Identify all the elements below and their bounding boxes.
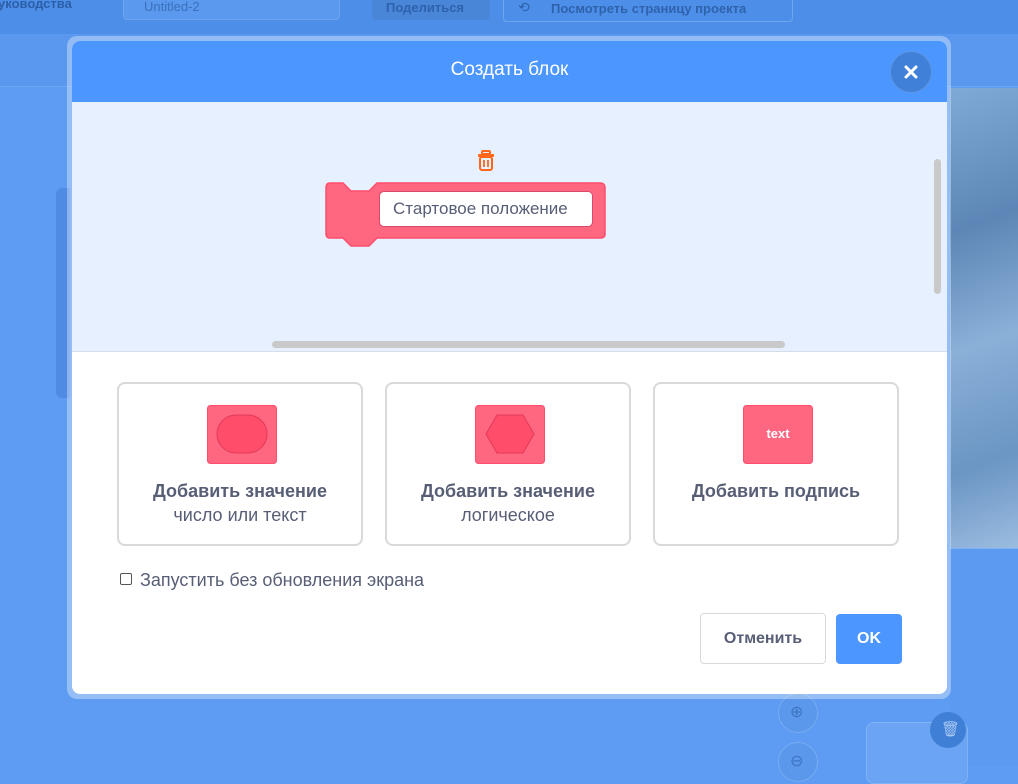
menu-tutorials[interactable]: уководства	[0, 0, 72, 11]
sprite-delete-icon[interactable]: 🗑	[930, 712, 966, 748]
add-input-boolean-button[interactable]: Добавить значение логическое	[385, 382, 631, 546]
option-subtitle: число или текст	[173, 505, 307, 525]
cancel-button[interactable]: Отменить	[700, 613, 826, 664]
option-title: Добавить подпись	[691, 481, 861, 501]
make-block-dialog: Создать блок Стартовое положение Добавит…	[72, 41, 947, 694]
label-text-icon: text	[743, 405, 813, 464]
project-title-field[interactable]: Untitled-2	[123, 0, 340, 20]
close-button[interactable]	[890, 51, 932, 93]
zoom-in-icon[interactable]: ⊕	[778, 693, 818, 733]
option-subtitle: логическое	[461, 505, 555, 525]
add-label-button[interactable]: text Добавить подпись	[653, 382, 899, 546]
share-button[interactable]: Поделиться	[372, 0, 490, 20]
boolean-input-icon	[475, 405, 545, 464]
dialog-title: Создать блок	[450, 59, 569, 80]
option-title: Добавить значение	[421, 481, 595, 501]
label-icon-text: text	[766, 426, 790, 441]
run-without-refresh-checkbox[interactable]	[120, 573, 132, 585]
horizontal-scrollbar[interactable]	[272, 341, 785, 348]
dialog-header: Создать блок	[72, 41, 947, 102]
block-name-input[interactable]: Стартовое положение	[379, 191, 593, 227]
stage-preview	[950, 88, 1018, 548]
reporter-input-icon	[207, 405, 277, 464]
see-project-page-label: Посмотреть страницу проекта	[551, 1, 747, 16]
share-button-label: Поделиться	[386, 0, 465, 15]
close-icon	[904, 65, 918, 79]
add-input-number-text-button[interactable]: Добавить значение число или текст	[117, 382, 363, 546]
remix-arrows-icon: ⟲	[518, 0, 530, 15]
ok-button[interactable]: OK	[836, 614, 902, 664]
see-project-page-button[interactable]: ⟲ Посмотреть страницу проекта	[503, 0, 793, 22]
project-title-text: Untitled-2	[144, 0, 200, 14]
block-preview-workspace: Стартовое положение	[72, 102, 947, 352]
vertical-scrollbar[interactable]	[934, 159, 941, 294]
run-without-refresh-label[interactable]: Запустить без обновления экрана	[140, 570, 424, 591]
option-title: Добавить значение	[153, 481, 327, 501]
zoom-out-icon[interactable]: ⊖	[778, 742, 818, 782]
trash-icon[interactable]	[476, 149, 500, 173]
